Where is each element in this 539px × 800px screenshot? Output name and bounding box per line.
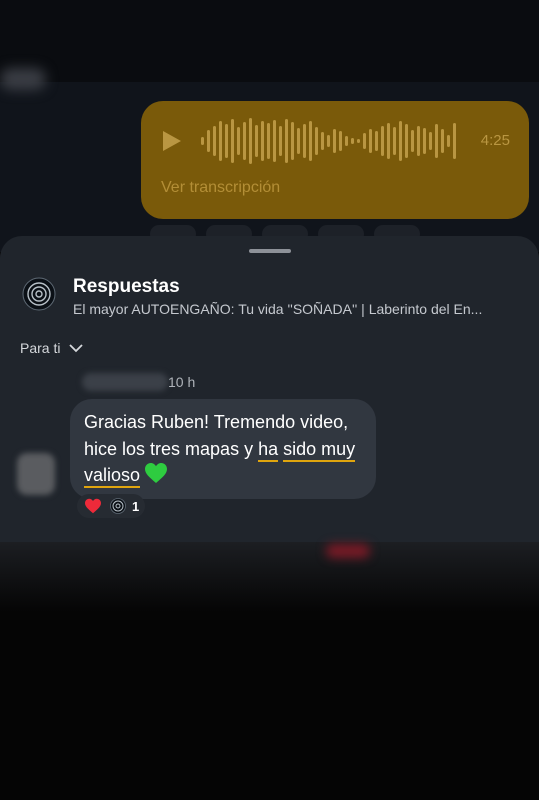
waveform-bar [321,132,324,150]
waveform-bar [207,130,210,152]
blurred-username[interactable] [82,373,168,391]
voice-duration: 4:25 [480,132,510,149]
waveform-bar [279,126,282,156]
blurred-red-element [326,544,370,558]
comment-bubble[interactable]: Gracias Ruben! Tremendo video, hice los … [70,399,376,499]
filter-label: Para ti [20,340,61,356]
comment-text: Gracias Ruben! Tremendo video, hice los … [84,409,374,489]
commenter-avatar[interactable] [17,453,55,495]
waveform-bar [213,126,216,156]
comment-timestamp: 10 h [168,374,196,390]
waveform-bar [405,124,408,158]
blurred-avatar [0,68,46,90]
play-icon[interactable] [161,129,183,153]
waveform-bar [291,122,294,160]
reaction-count: 1 [132,498,140,514]
waveform-bar [327,135,330,147]
chevron-down-icon [69,343,84,352]
waveform-bar [393,127,396,155]
waveform-bar [411,130,414,152]
waveform-bar [351,138,354,144]
voice-message-bubble[interactable]: 4:25 Ver transcripción [141,101,529,219]
sheet-title: Respuestas [73,276,180,297]
view-transcript-link[interactable]: Ver transcripción [161,179,280,197]
waveform-bar [453,123,456,159]
waveform-bar [297,128,300,154]
waveform-bar [399,121,402,161]
waveform-bar [447,135,450,147]
waveform-bar [345,136,348,146]
drag-handle[interactable] [249,249,291,253]
waveform-bar [303,124,306,158]
waveform-bar [357,139,360,143]
waveform-bar [429,132,432,150]
waveform-bar [423,128,426,154]
waveform-bar [273,120,276,162]
green-heart-icon [145,463,168,483]
channel-logo-icon [110,498,126,514]
sort-filter-dropdown[interactable]: Para ti [20,340,84,356]
waveform-bar [363,133,366,149]
waveform-bar [261,121,264,161]
waveform-bar [231,119,234,163]
waveform-bar [255,125,258,157]
reactions-pill[interactable]: 1 [77,494,145,518]
waveform-bar [381,126,384,156]
waveform-bar [201,137,204,145]
waveform-bar [435,124,438,158]
replies-sheet: Respuestas El mayor AUTOENGAÑO: Tu vida … [0,236,539,542]
waveform-bar [441,129,444,153]
waveform-bar [219,121,222,161]
highlight-ha: ha [258,438,279,462]
waveform-bar [267,123,270,159]
waveform-bar [375,131,378,151]
waveform-bar [237,127,240,155]
channel-logo-icon [22,277,56,311]
red-heart-icon [85,498,101,514]
waveform-bar [225,124,228,158]
waveform-bar [309,121,312,161]
waveform-bar [243,122,246,160]
waveform-bar [315,127,318,155]
waveform[interactable] [199,113,459,169]
waveform-bar [369,129,372,153]
waveform-bar [417,126,420,156]
waveform-bar [249,118,252,164]
waveform-bar [387,123,390,159]
waveform-bar [285,119,288,163]
video-title: El mayor AUTOENGAÑO: Tu vida ''SOÑADA'' … [73,301,483,317]
bottom-fade [0,542,539,612]
waveform-bar [333,129,336,153]
waveform-bar [339,131,342,151]
